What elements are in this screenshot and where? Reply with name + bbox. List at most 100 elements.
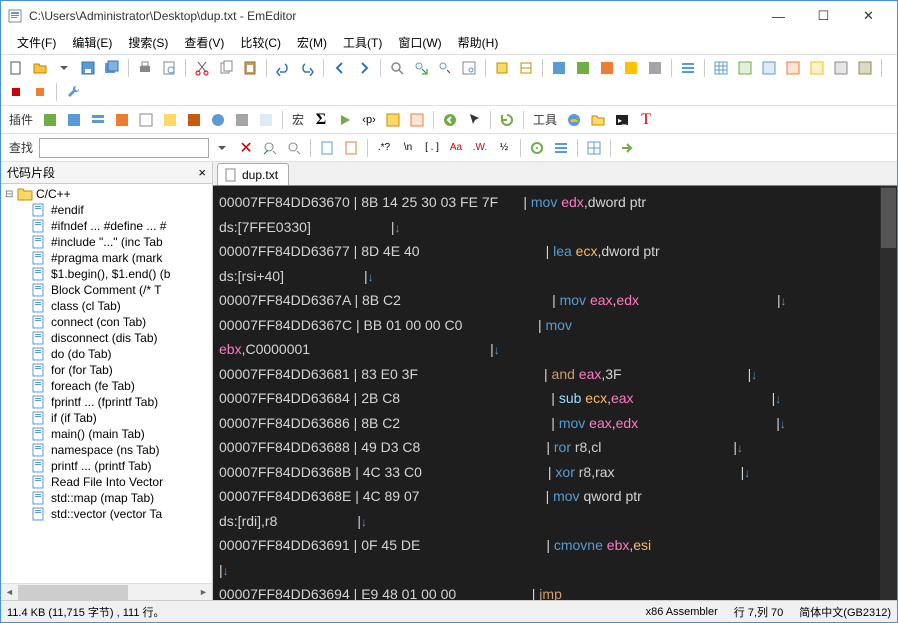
doc2-icon[interactable] (340, 137, 362, 159)
replace-icon[interactable] (434, 57, 456, 79)
tree-root[interactable]: ⊟ C/C++ (1, 186, 212, 202)
outline-icon[interactable] (677, 57, 699, 79)
paren-icon[interactable]: ‹p› (358, 109, 380, 131)
plugin7-icon[interactable] (183, 109, 205, 131)
snippet-tree[interactable]: ⊟ C/C++ #endif#ifndef ... #define ... ##… (1, 184, 212, 583)
find-icon[interactable] (386, 57, 408, 79)
save-icon[interactable] (77, 57, 99, 79)
refresh-icon[interactable] (496, 109, 518, 131)
sidebar-close-icon[interactable]: × (198, 165, 206, 180)
cursor-icon[interactable] (463, 109, 485, 131)
find-input[interactable] (39, 138, 209, 158)
wrench-icon[interactable] (62, 81, 84, 103)
tree-item[interactable]: Read File Into Vector (1, 474, 212, 490)
regex-br-icon[interactable]: [ . ] (421, 137, 443, 159)
tree-item[interactable]: class (cl Tab) (1, 298, 212, 314)
hl1-icon[interactable] (548, 57, 570, 79)
hl5-icon[interactable] (644, 57, 666, 79)
tree-item[interactable]: #include "..." (inc Tab (1, 234, 212, 250)
macro2-icon[interactable] (406, 109, 428, 131)
plugin4-icon[interactable] (111, 109, 133, 131)
plugin6-icon[interactable] (159, 109, 181, 131)
vscroll-thumb[interactable] (881, 188, 896, 248)
plugin10-icon[interactable] (255, 109, 277, 131)
open-icon[interactable] (29, 57, 51, 79)
regex-nl-icon[interactable]: \n (397, 137, 419, 159)
preview-icon[interactable] (158, 57, 180, 79)
hl4-icon[interactable] (620, 57, 642, 79)
tree-item[interactable]: namespace (ns Tab) (1, 442, 212, 458)
findnext-icon[interactable] (410, 57, 432, 79)
macro1-icon[interactable] (382, 109, 404, 131)
maximize-button[interactable]: ☐ (801, 1, 846, 31)
tree-item[interactable]: std::map (map Tab) (1, 490, 212, 506)
grid-icon[interactable] (583, 137, 605, 159)
tree-item[interactable]: foreach (fe Tab) (1, 378, 212, 394)
csv2-icon[interactable] (734, 57, 756, 79)
half-icon[interactable]: ½ (493, 137, 515, 159)
sidebar-hscroll[interactable]: ◄ ► (1, 583, 212, 600)
bookmark2-icon[interactable] (515, 57, 537, 79)
menu-macro[interactable]: 宏(M) (289, 32, 335, 53)
saveall-icon[interactable] (101, 57, 123, 79)
menu-compare[interactable]: 比较(C) (232, 32, 289, 53)
tree-item[interactable]: #pragma mark (mark (1, 250, 212, 266)
tree-item[interactable]: main() (main Tab) (1, 426, 212, 442)
tree-item[interactable]: disconnect (dis Tab) (1, 330, 212, 346)
copy-icon[interactable] (215, 57, 237, 79)
find-next-icon[interactable] (283, 137, 305, 159)
doc1-icon[interactable] (316, 137, 338, 159)
case-icon[interactable]: Aa (445, 137, 467, 159)
play-icon[interactable] (334, 109, 356, 131)
plugin2-icon[interactable] (63, 109, 85, 131)
scroll-left-icon[interactable]: ◄ (1, 584, 18, 601)
sigma-icon[interactable]: Σ (310, 109, 332, 131)
tree-item[interactable]: #endif (1, 202, 212, 218)
plugin1-icon[interactable] (39, 109, 61, 131)
csv7-icon[interactable] (854, 57, 876, 79)
plugin9-icon[interactable] (231, 109, 253, 131)
undo-icon[interactable] (272, 57, 294, 79)
dropdown2-icon[interactable] (211, 137, 233, 159)
csv5-icon[interactable] (806, 57, 828, 79)
tree-item[interactable]: if (if Tab) (1, 410, 212, 426)
explorer-icon[interactable] (587, 109, 609, 131)
word-icon[interactable]: .W. (469, 137, 491, 159)
csv3-icon[interactable] (758, 57, 780, 79)
hl3-icon[interactable] (596, 57, 618, 79)
scroll-thumb[interactable] (18, 585, 128, 600)
text-icon[interactable]: T (635, 109, 657, 131)
menu-search[interactable]: 搜索(S) (120, 32, 176, 53)
minimize-button[interactable]: — (756, 1, 801, 31)
editor-content[interactable]: 00007FF84DD63670 | 8B 14 25 30 03 FE 7F|… (213, 186, 897, 600)
csv4-icon[interactable] (782, 57, 804, 79)
paste-icon[interactable] (239, 57, 261, 79)
tree-item[interactable]: printf ... (printf Tab) (1, 458, 212, 474)
plugin3-icon[interactable] (87, 109, 109, 131)
bookmark-icon[interactable] (491, 57, 513, 79)
menu-tools[interactable]: 工具(T) (335, 32, 390, 53)
tree-item[interactable]: do (do Tab) (1, 346, 212, 362)
stop-icon[interactable] (29, 81, 51, 103)
rec-icon[interactable] (5, 81, 27, 103)
tree-item[interactable]: #ifndef ... #define ... # (1, 218, 212, 234)
find-x-icon[interactable]: ✕ (235, 137, 257, 159)
tree-item[interactable]: std::vector (vector Ta (1, 506, 212, 522)
tab-dup[interactable]: dup.txt (217, 163, 289, 185)
tree-item[interactable]: connect (con Tab) (1, 314, 212, 330)
tree-item[interactable]: fprintf ... (fprintf Tab) (1, 394, 212, 410)
plugin8-icon[interactable] (207, 109, 229, 131)
scroll-right-icon[interactable]: ► (195, 584, 212, 601)
collapse-icon[interactable]: ⊟ (5, 189, 17, 200)
find-prev-icon[interactable] (259, 137, 281, 159)
cmd-icon[interactable]: ▸_ (611, 109, 633, 131)
new-icon[interactable] (5, 57, 27, 79)
findfiles-icon[interactable] (458, 57, 480, 79)
csv6-icon[interactable] (830, 57, 852, 79)
target-icon[interactable] (526, 137, 548, 159)
csv1-icon[interactable] (710, 57, 732, 79)
menu-help[interactable]: 帮助(H) (450, 32, 507, 53)
back-icon[interactable] (329, 57, 351, 79)
hl2-icon[interactable] (572, 57, 594, 79)
close-button[interactable]: ✕ (846, 1, 891, 31)
